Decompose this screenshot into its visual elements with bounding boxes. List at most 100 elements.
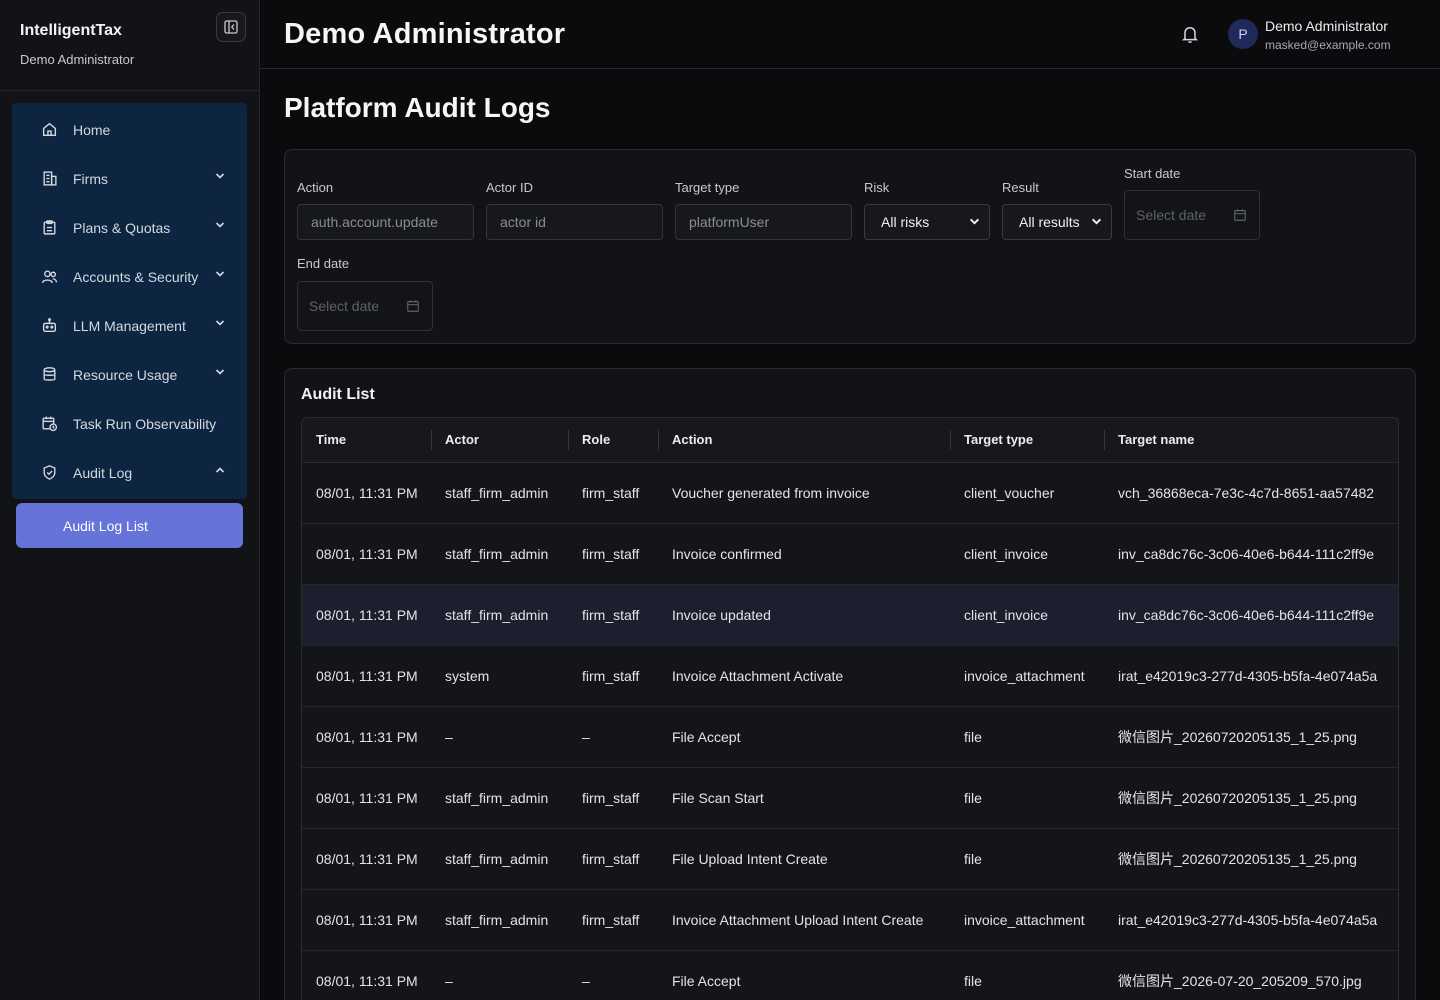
- cell-time: 08/01, 11:31 PM: [302, 584, 431, 646]
- avatar[interactable]: P: [1228, 19, 1258, 49]
- cell-actor: staff_firm_admin: [431, 584, 568, 646]
- cell-action: Invoice Attachment Activate: [658, 645, 950, 707]
- table-row[interactable]: 08/01, 11:31 PM – – File Accept file 微信图…: [302, 950, 1398, 1000]
- sidebar-item-label: LLM Management: [73, 317, 186, 334]
- column-header-label: Time: [316, 432, 347, 448]
- cell-target-type: client_invoice: [950, 523, 1104, 585]
- table-row[interactable]: 08/01, 11:31 PM staff_firm_admin firm_st…: [302, 767, 1398, 829]
- column-header-actor[interactable]: Actor: [431, 418, 568, 463]
- column-header-role[interactable]: Role: [568, 418, 658, 463]
- action-filter-input[interactable]: auth.account.update: [297, 204, 474, 240]
- home-icon: [40, 121, 58, 139]
- cell-time: 08/01, 11:31 PM: [302, 889, 431, 951]
- table-row[interactable]: 08/01, 11:31 PM staff_firm_admin firm_st…: [302, 828, 1398, 890]
- cell-target-name: vch_36868eca-7e3c-4c7d-8651-aa57482: [1104, 462, 1398, 524]
- cell-time: 08/01, 11:31 PM: [302, 462, 431, 524]
- column-header-target-name[interactable]: Target name: [1104, 418, 1398, 463]
- sidebar-item-label: Accounts & Security: [73, 268, 199, 285]
- table-row[interactable]: 08/01, 11:31 PM – – File Accept file 微信图…: [302, 706, 1398, 768]
- result-filter-label: Result: [1002, 180, 1039, 195]
- chevron-down-icon: [215, 222, 225, 228]
- column-header-label: Role: [582, 432, 611, 448]
- cell-role: –: [568, 950, 658, 1000]
- actor-id-filter-input[interactable]: actor id: [486, 204, 663, 240]
- table-row[interactable]: 08/01, 11:31 PM staff_firm_admin firm_st…: [302, 889, 1398, 951]
- sidebar: IntelligentTax Demo Administrator Home F…: [0, 0, 260, 1000]
- sidebar-item-label: Resource Usage: [73, 366, 178, 383]
- cell-target-type: file: [950, 828, 1104, 890]
- cell-action: Invoice Attachment Upload Intent Create: [658, 889, 950, 951]
- target-type-filter-label: Target type: [675, 180, 740, 195]
- table-row[interactable]: 08/01, 11:31 PM staff_firm_admin firm_st…: [302, 523, 1398, 585]
- notification-bell-icon[interactable]: [1180, 24, 1200, 49]
- main-content: Demo Administrator P Demo Administrator …: [260, 0, 1440, 1000]
- end-date-filter-label: End date: [297, 256, 350, 271]
- filter-panel: Action auth.account.update Actor ID acto…: [284, 149, 1416, 344]
- column-header-action[interactable]: Action: [658, 418, 950, 463]
- cell-time: 08/01, 11:31 PM: [302, 767, 431, 829]
- cell-target-name: 微信图片_20260720205135_1_25.png: [1104, 828, 1398, 890]
- chevron-down-icon: [215, 369, 225, 375]
- cell-action: Invoice updated: [658, 584, 950, 646]
- clipboard-icon: [40, 219, 58, 237]
- target-type-filter-input[interactable]: platformUser: [675, 204, 852, 240]
- sidebar-item-label: Audit Log: [73, 464, 133, 481]
- cell-time: 08/01, 11:31 PM: [302, 950, 431, 1000]
- topbar: Demo Administrator P Demo Administrator …: [260, 0, 1440, 69]
- sidebar-item-audit-log[interactable]: Audit Log: [12, 448, 247, 497]
- cell-role: firm_staff: [568, 889, 658, 951]
- cell-target-type: client_voucher: [950, 462, 1104, 524]
- user-name: Demo Administrator: [1265, 18, 1388, 34]
- column-header-time[interactable]: Time: [302, 418, 431, 463]
- cell-target-type: file: [950, 950, 1104, 1000]
- cell-action: File Scan Start: [658, 767, 950, 829]
- chevron-down-icon: [215, 173, 225, 179]
- cell-target-name: 微信图片_20260720205135_1_25.png: [1104, 767, 1398, 829]
- table-row[interactable]: 08/01, 11:31 PM staff_firm_admin firm_st…: [302, 462, 1398, 524]
- column-header-target-type[interactable]: Target type: [950, 418, 1104, 463]
- table-row-highlighted[interactable]: 08/01, 11:31 PM staff_firm_admin firm_st…: [302, 584, 1398, 646]
- cell-actor: –: [431, 706, 568, 768]
- column-header-label: Target type: [964, 432, 1034, 448]
- sidebar-item-resource-usage[interactable]: Resource Usage: [12, 350, 247, 399]
- sidebar-item-label: Firms: [73, 170, 108, 187]
- building-icon: [40, 170, 58, 188]
- audit-table: Time Actor Role Action Target type Targe…: [302, 418, 1398, 1000]
- cell-target-name: inv_ca8dc76c-3c06-40e6-b644-111c2ff9e: [1104, 523, 1398, 585]
- risk-filter-value: All risks: [881, 214, 930, 230]
- cell-target-type: file: [950, 767, 1104, 829]
- collapse-sidebar-button[interactable]: [216, 12, 246, 42]
- sidebar-item-plans-quotas[interactable]: Plans & Quotas: [12, 203, 247, 252]
- cell-target-name: 微信图片_2026-07-20_205209_570.jpg: [1104, 950, 1398, 1000]
- sidebar-item-home[interactable]: Home: [12, 105, 247, 154]
- cell-role: firm_staff: [568, 645, 658, 707]
- brand: IntelligentTax Demo Administrator: [0, 0, 259, 91]
- sidebar-item-firms[interactable]: Firms: [12, 154, 247, 203]
- cell-actor: staff_firm_admin: [431, 462, 568, 524]
- cell-role: firm_staff: [568, 584, 658, 646]
- sidebar-item-label: Task Run Observability: [73, 415, 217, 432]
- risk-filter-label: Risk: [864, 180, 890, 195]
- cell-action: File Accept: [658, 950, 950, 1000]
- result-filter-select[interactable]: All results: [1002, 204, 1112, 240]
- result-filter-value: All results: [1019, 214, 1080, 230]
- users-icon: [40, 268, 58, 286]
- end-date-placeholder: Select date: [309, 298, 380, 314]
- sidebar-item-task-run-observability[interactable]: Task Run Observability: [12, 399, 247, 448]
- column-header-label: Target name: [1118, 432, 1195, 448]
- sidebar-item-accounts-security[interactable]: Accounts & Security: [12, 252, 247, 301]
- table-row[interactable]: 08/01, 11:31 PM system firm_staff Invoic…: [302, 645, 1398, 707]
- cell-target-name: irat_e42019c3-277d-4305-b5fa-4e074a5a: [1104, 889, 1398, 951]
- calendar-icon: [407, 300, 419, 312]
- risk-filter-select[interactable]: All risks: [864, 204, 990, 240]
- end-date-picker[interactable]: Select date: [297, 281, 433, 331]
- sidebar-item-llm-management[interactable]: LLM Management: [12, 301, 247, 350]
- cell-target-type: invoice_attachment: [950, 645, 1104, 707]
- database-icon: [40, 366, 58, 384]
- cell-actor: staff_firm_admin: [431, 828, 568, 890]
- start-date-picker[interactable]: Select date: [1124, 190, 1260, 240]
- cell-target-type: file: [950, 706, 1104, 768]
- sidebar-subitem-audit-log-list[interactable]: Audit Log List: [16, 503, 243, 548]
- user-email: masked@example.com: [1265, 38, 1391, 52]
- chevron-down-icon: [215, 271, 225, 277]
